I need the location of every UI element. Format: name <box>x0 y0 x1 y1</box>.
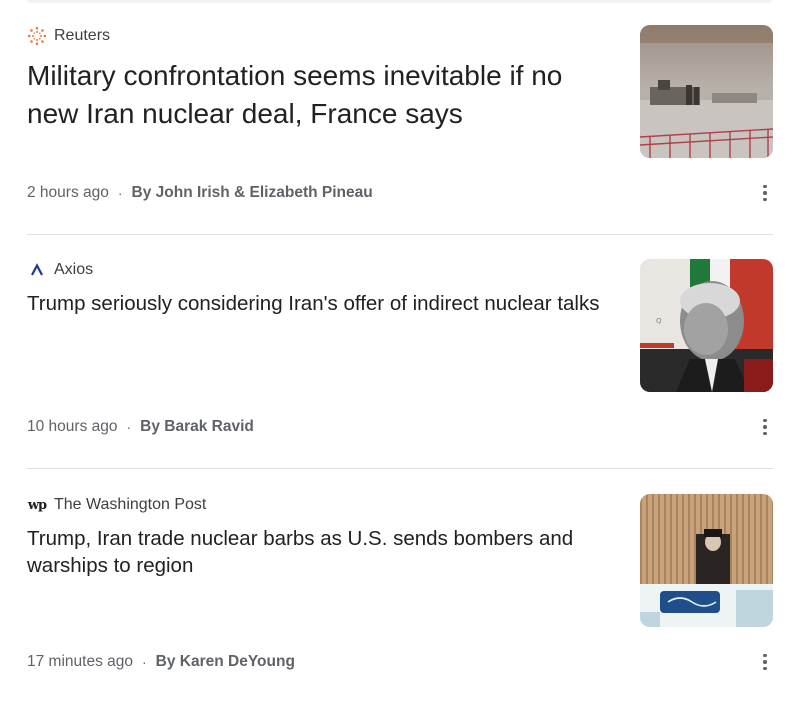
previous-card-edge <box>27 0 772 3</box>
article-headline[interactable]: Trump seriously considering Iran's offer… <box>27 290 617 317</box>
article-meta: 17 minutes ago · By Karen DeYoung <box>27 652 295 672</box>
svg-text:Q: Q <box>656 317 662 325</box>
article-time: 2 hours ago <box>27 184 109 201</box>
article-byline: By Barak Ravid <box>140 418 254 435</box>
source-name: Reuters <box>54 27 111 44</box>
source-name: The Washington Post <box>54 496 207 513</box>
article-headline[interactable]: Trump, Iran trade nuclear barbs as U.S. … <box>27 525 617 579</box>
article-headline[interactable]: Military confrontation seems inevitable … <box>27 57 617 133</box>
article-thumbnail[interactable] <box>640 25 773 158</box>
reuters-logo-icon <box>27 26 47 46</box>
article-byline: By John Irish & Elizabeth Pineau <box>131 184 373 201</box>
article-card[interactable]: wp The Washington Post Trump, Iran trade… <box>27 494 773 684</box>
article-byline: By Karen DeYoung <box>155 653 295 670</box>
source-name: Axios <box>54 261 94 278</box>
article-time: 10 hours ago <box>27 418 118 435</box>
article-thumbnail[interactable]: Q <box>640 259 773 392</box>
article-card[interactable]: Axios Trump seriously considering Iran's… <box>27 259 773 449</box>
more-options-icon[interactable] <box>757 650 773 674</box>
article-meta: 10 hours ago · By Barak Ravid <box>27 417 254 437</box>
washington-post-logo-icon: wp <box>27 497 47 513</box>
more-options-icon[interactable] <box>757 415 773 439</box>
article-source: Reuters <box>27 25 110 47</box>
divider <box>27 468 773 469</box>
more-options-icon[interactable] <box>757 181 773 205</box>
news-feed: Reuters Military confrontation seems ine… <box>0 0 799 701</box>
article-card[interactable]: Reuters Military confrontation seems ine… <box>27 25 773 215</box>
article-source: Axios <box>27 259 93 281</box>
meta-separator: · <box>126 419 132 435</box>
article-thumbnail[interactable] <box>640 494 773 627</box>
article-source: wp The Washington Post <box>27 494 207 516</box>
divider <box>27 234 773 235</box>
axios-logo-icon <box>27 260 47 280</box>
meta-separator: · <box>117 185 123 201</box>
meta-separator: · <box>142 654 147 670</box>
article-time: 17 minutes ago <box>27 653 133 670</box>
article-meta: 2 hours ago · By John Irish & Elizabeth … <box>27 183 373 203</box>
